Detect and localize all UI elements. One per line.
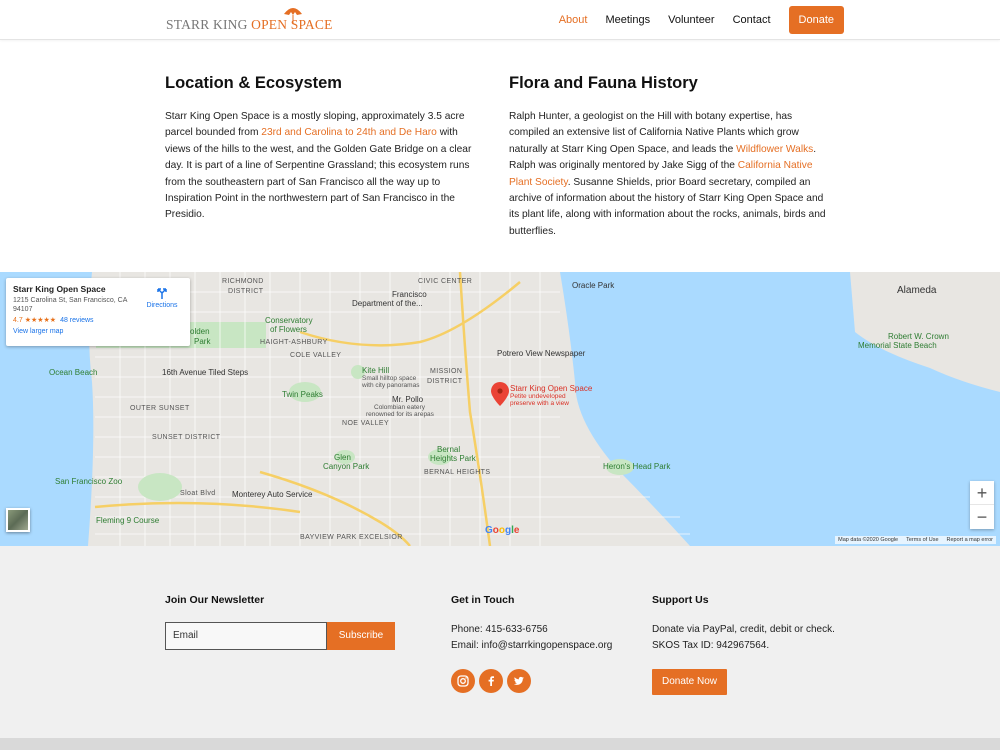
map-label: Glen bbox=[334, 453, 351, 462]
flora-text: Ralph Hunter, a geologist on the Hill wi… bbox=[509, 111, 826, 237]
map-label: Ocean Beach bbox=[49, 368, 98, 377]
location-link[interactable]: 23rd and Carolina to 24th and De Haro bbox=[261, 127, 437, 138]
google-map[interactable]: RICHMOND DISTRICT Francisco Department o… bbox=[0, 272, 1000, 546]
map-card-rating: 4.7 ★★★★★ 48 reviews bbox=[13, 317, 94, 324]
zoom-out-button[interactable]: − bbox=[970, 505, 994, 529]
map-label: Sloat Blvd bbox=[180, 490, 216, 497]
map-label: Department of the... bbox=[352, 299, 423, 308]
map-attribution: Map data ©2020 Google Terms of Use Repor… bbox=[835, 536, 996, 544]
map-label: Kite Hill bbox=[362, 366, 390, 375]
map-label: with city panoramas bbox=[362, 382, 420, 389]
map-label: renowned for its arepas bbox=[366, 411, 434, 418]
tax-id-text: SKOS Tax ID: 942967564. bbox=[652, 640, 770, 652]
map-label: Bernal bbox=[437, 445, 461, 454]
map-label: COLE VALLEY bbox=[290, 352, 342, 359]
support-column: Support Us Donate via PayPal, credit, de… bbox=[652, 594, 835, 695]
map-label: BERNAL HEIGHTS bbox=[424, 469, 491, 476]
map-label: Mr. Pollo bbox=[392, 395, 424, 404]
support-title: Support Us bbox=[652, 594, 709, 606]
map-label: OUTER SUNSET bbox=[130, 405, 190, 412]
zoom-in-button[interactable]: + bbox=[970, 481, 994, 505]
main-nav: About Meetings Volunteer Contact Donate bbox=[541, 5, 844, 35]
map-label: Twin Peaks bbox=[282, 390, 323, 399]
reviews-link[interactable]: 48 reviews bbox=[60, 317, 93, 324]
nav-meetings[interactable]: Meetings bbox=[605, 14, 650, 26]
map-label: Monterey Auto Service bbox=[232, 490, 313, 499]
google-logo: Google bbox=[485, 525, 520, 536]
subscribe-button[interactable]: Subscribe bbox=[327, 622, 395, 650]
map-label: olden bbox=[190, 327, 210, 336]
map-label: preserve with a view bbox=[510, 400, 569, 407]
directions-icon bbox=[157, 288, 167, 299]
map-label: HAIGHT-ASHBURY bbox=[260, 339, 328, 346]
donate-now-button[interactable]: Donate Now bbox=[652, 668, 728, 695]
map-label: SUNSET DISTRICT bbox=[152, 434, 221, 441]
map-label: Small hilltop space bbox=[362, 375, 417, 382]
newsletter-column: Join Our Newsletter Email Subscribe bbox=[165, 594, 395, 650]
map-label: Francisco bbox=[392, 290, 427, 299]
directions-button[interactable]: Directions bbox=[142, 286, 182, 309]
map-info-card: Starr King Open Space 1215 Carolina St, … bbox=[6, 278, 190, 346]
report-error-link[interactable]: Report a map error bbox=[947, 537, 993, 543]
twitter-icon[interactable] bbox=[507, 668, 531, 693]
contact-title: Get in Touch bbox=[451, 594, 515, 606]
map-label: RICHMOND bbox=[222, 278, 264, 285]
logo-text: STARR KING OPEN SPACE bbox=[166, 16, 333, 32]
map-label: Canyon Park bbox=[323, 462, 370, 471]
site-header: STARR KING OPEN SPACE About Meetings Vol… bbox=[0, 0, 1000, 40]
instagram-icon[interactable] bbox=[451, 668, 475, 693]
zoom-controls: + − bbox=[970, 481, 994, 529]
map-label: Petite undeveloped bbox=[510, 393, 566, 400]
newsletter-title: Join Our Newsletter bbox=[165, 594, 265, 606]
site-logo[interactable]: STARR KING OPEN SPACE bbox=[166, 6, 333, 34]
map-label: Conservatory bbox=[265, 316, 313, 325]
nav-contact[interactable]: Contact bbox=[733, 14, 771, 26]
map-label: Fleming 9 Course bbox=[96, 516, 160, 525]
map-label: DISTRICT bbox=[427, 378, 463, 385]
ginkgo-leaf-icon bbox=[284, 8, 302, 23]
map-label: Alameda bbox=[897, 285, 937, 296]
email-text[interactable]: Email: info@starrkingopenspace.org bbox=[451, 638, 612, 654]
map-label: CIVIC CENTER bbox=[418, 278, 473, 285]
map-label: San Francisco Zoo bbox=[55, 477, 123, 486]
map-label: Potrero View Newspaper bbox=[497, 349, 586, 358]
map-label: DISTRICT bbox=[228, 288, 264, 295]
location-title: Location & Ecosystem bbox=[165, 74, 342, 92]
map-label: Oracle Park bbox=[572, 281, 615, 290]
site-footer: Join Our Newsletter Email Subscribe Get … bbox=[0, 546, 1000, 738]
nav-about[interactable]: About bbox=[559, 14, 588, 26]
location-section: Location & Ecosystem Starr King Open Spa… bbox=[165, 74, 485, 224]
footer-bottom-bar bbox=[0, 738, 1000, 750]
map-label: Park bbox=[194, 337, 211, 346]
nav-volunteer[interactable]: Volunteer bbox=[668, 14, 714, 26]
street-view-thumbnail[interactable] bbox=[6, 508, 30, 532]
donate-button[interactable]: Donate bbox=[788, 6, 844, 34]
map-label: Memorial State Beach bbox=[858, 341, 937, 350]
map-label: NOE VALLEY bbox=[342, 420, 390, 427]
map-label: of Flowers bbox=[270, 325, 307, 334]
flora-section: Flora and Fauna History Ralph Hunter, a … bbox=[509, 74, 829, 240]
contact-column: Get in Touch Phone: 415-633-6756 Email: … bbox=[451, 594, 612, 693]
location-text: Starr King Open Space is a mostly slopin… bbox=[165, 111, 472, 221]
map-label: Colombian eatery bbox=[374, 404, 425, 411]
view-larger-map-link[interactable]: View larger map bbox=[13, 328, 183, 335]
map-label: 16th Avenue Tiled Steps bbox=[162, 368, 249, 377]
newsletter-form: Email Subscribe bbox=[165, 622, 395, 650]
marker-title[interactable]: Starr King Open Space bbox=[510, 384, 592, 393]
map-card-address: 1215 Carolina St, San Francisco, CA 9410… bbox=[13, 297, 128, 313]
terms-link[interactable]: Terms of Use bbox=[906, 537, 938, 543]
phone-text: Phone: 415-633-6756 bbox=[451, 624, 548, 635]
map-label: Robert W. Crown bbox=[888, 332, 949, 341]
map-label: MISSION bbox=[430, 368, 463, 375]
support-text: Donate via PayPal, credit, debit or chec… bbox=[652, 624, 835, 635]
facebook-icon[interactable] bbox=[479, 668, 503, 693]
map-label: Heights Park bbox=[430, 454, 476, 463]
map-label: BAYVIEW PARK EXCELSIOR bbox=[300, 534, 403, 541]
flora-title: Flora and Fauna History bbox=[509, 74, 698, 92]
wildflower-walks-link[interactable]: Wildflower Walks bbox=[736, 144, 813, 155]
social-links bbox=[451, 668, 612, 693]
email-input[interactable]: Email bbox=[165, 622, 327, 650]
map-label: Heron's Head Park bbox=[603, 462, 671, 471]
